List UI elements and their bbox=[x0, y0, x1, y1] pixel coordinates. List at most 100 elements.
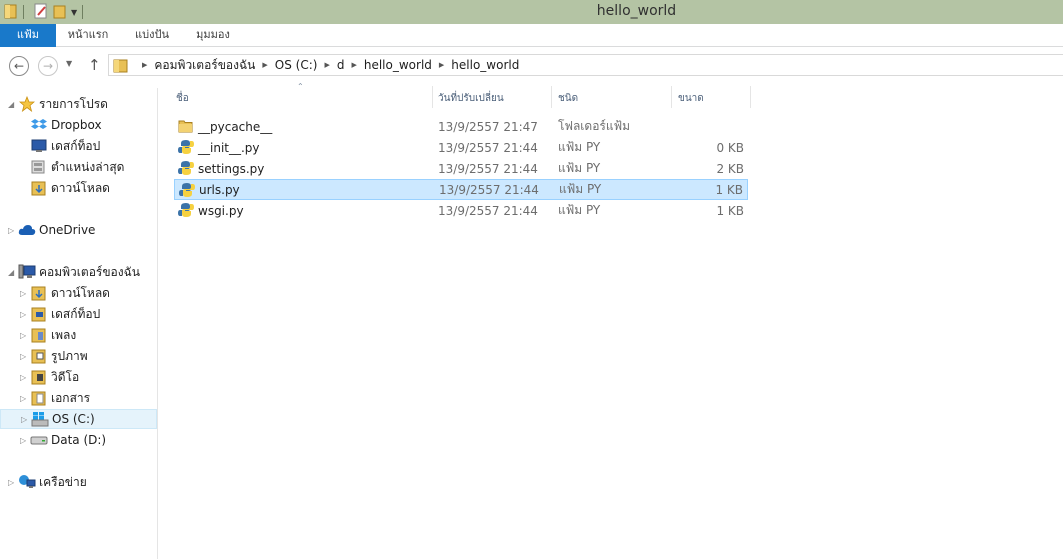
breadcrumb-chevron-icon[interactable]: ▶ bbox=[351, 61, 356, 69]
tab-view[interactable]: มุมมอง bbox=[186, 24, 240, 47]
column-header-date[interactable]: วันที่ปรับเปลี่ยน bbox=[438, 86, 550, 110]
file-date: 13/9/2557 21:47 bbox=[438, 119, 538, 134]
nav-item-label: Data (D:) bbox=[51, 433, 107, 447]
file-date: 13/9/2557 21:44 bbox=[438, 203, 538, 218]
expand-arrow-icon[interactable]: ▷ bbox=[20, 373, 30, 382]
file-date: 13/9/2557 21:44 bbox=[438, 140, 538, 155]
expand-arrow-icon[interactable]: ▷ bbox=[21, 415, 31, 424]
nav-item-label: เพลง bbox=[51, 327, 77, 342]
breadcrumb-computer[interactable]: คอมพิวเตอร์ของฉัน bbox=[154, 56, 255, 75]
column-divider[interactable] bbox=[432, 86, 433, 108]
nav-network[interactable]: ▷ เครือข่าย bbox=[8, 472, 87, 492]
recent-locations-dropdown-icon[interactable]: ▼ bbox=[66, 59, 72, 68]
nav-item-documents-folder[interactable]: ▷ เอกสาร bbox=[20, 388, 90, 408]
file-name: settings.py bbox=[198, 161, 265, 176]
tab-file[interactable]: แฟ้ม bbox=[0, 24, 56, 47]
nav-item-drive-c[interactable]: ▷ OS (C:) bbox=[0, 409, 157, 429]
nav-onedrive[interactable]: ▷ OneDrive bbox=[8, 220, 95, 240]
network-icon bbox=[18, 474, 36, 490]
nav-item-desktop-folder[interactable]: ▷ เดสก์ท็อป bbox=[20, 304, 100, 324]
file-row[interactable]: settings.py 13/9/2557 21:44 แฟ้ม PY 2 KB bbox=[174, 158, 748, 179]
file-row[interactable]: __init__.py 13/9/2557 21:44 แฟ้ม PY 0 KB bbox=[174, 137, 748, 158]
breadcrumb-drive-c[interactable]: OS (C:) bbox=[275, 58, 318, 72]
breadcrumb-hello-world[interactable]: hello_world bbox=[364, 58, 432, 72]
column-divider[interactable] bbox=[750, 86, 751, 108]
file-name: __init__.py bbox=[198, 140, 260, 155]
breadcrumb-chevron-icon[interactable]: ▶ bbox=[142, 61, 147, 69]
nav-item-label: เดสก์ท็อป bbox=[51, 138, 101, 153]
nav-item-downloads-folder[interactable]: ▷ ดาวน์โหลด bbox=[20, 283, 110, 303]
expand-arrow-icon[interactable]: ▷ bbox=[20, 310, 30, 319]
breadcrumb-hello-world-current[interactable]: hello_world bbox=[451, 58, 519, 72]
folder-icon bbox=[178, 118, 194, 134]
expand-arrow-icon[interactable]: ▷ bbox=[20, 352, 30, 361]
column-header-name[interactable]: ชื่อ bbox=[176, 86, 432, 110]
desktop-folder-icon bbox=[30, 306, 48, 322]
nav-item-music-folder[interactable]: ▷ เพลง bbox=[20, 325, 76, 345]
nav-item-drive-d[interactable]: ▷ Data (D:) bbox=[20, 430, 106, 450]
nav-this-pc[interactable]: ◢ คอมพิวเตอร์ของฉัน bbox=[8, 262, 140, 282]
breadcrumb-d[interactable]: d bbox=[337, 58, 345, 72]
nav-item-downloads[interactable]: ดาวน์โหลด bbox=[30, 178, 110, 198]
python-file-icon bbox=[178, 139, 194, 155]
nav-favorites[interactable]: ◢ รายการโปรด bbox=[8, 94, 108, 114]
file-row-selected[interactable]: urls.py 13/9/2557 21:44 แฟ้ม PY 1 KB bbox=[174, 179, 748, 200]
column-divider[interactable] bbox=[551, 86, 552, 108]
file-size: 1 KB bbox=[716, 203, 744, 218]
file-row[interactable]: wsgi.py 13/9/2557 21:44 แฟ้ม PY 1 KB bbox=[174, 200, 748, 221]
nav-item-recent-places[interactable]: ตำแหน่งล่าสุด bbox=[30, 157, 124, 177]
file-type: แฟ้ม PY bbox=[558, 140, 601, 154]
expand-arrow-icon[interactable]: ▷ bbox=[8, 226, 18, 235]
python-file-icon bbox=[178, 160, 194, 176]
downloads-folder-icon bbox=[30, 285, 48, 301]
nav-item-label: เดสก์ท็อป bbox=[51, 306, 101, 321]
breadcrumb-chevron-icon[interactable]: ▶ bbox=[262, 61, 267, 69]
nav-item-label: เอกสาร bbox=[51, 390, 91, 405]
collapse-arrow-icon[interactable]: ◢ bbox=[8, 100, 18, 109]
nav-item-videos-folder[interactable]: ▷ วิดีโอ bbox=[20, 367, 79, 387]
column-divider[interactable] bbox=[671, 86, 672, 108]
nav-item-desktop[interactable]: เดสก์ท็อป bbox=[30, 136, 100, 156]
file-date: 13/9/2557 21:44 bbox=[439, 182, 539, 197]
up-button[interactable]: ↑ bbox=[88, 56, 101, 74]
navigation-pane: ◢ รายการโปรด Dropbox เดสก์ท็อป ตำแหน่งล่… bbox=[0, 88, 158, 559]
tab-home[interactable]: หน้าแรก bbox=[58, 24, 118, 47]
tab-share[interactable]: แบ่งปัน bbox=[124, 24, 180, 47]
pictures-folder-icon bbox=[30, 348, 48, 364]
file-type: แฟ้ม PY bbox=[558, 161, 601, 175]
star-icon bbox=[18, 96, 36, 112]
breadcrumb-chevron-icon[interactable]: ▶ bbox=[439, 61, 444, 69]
desktop-icon bbox=[30, 138, 48, 154]
nav-item-label: วิดีโอ bbox=[51, 369, 80, 384]
nav-item-label: รูปภาพ bbox=[51, 348, 88, 363]
forward-button[interactable]: → bbox=[38, 56, 58, 76]
nav-item-dropbox[interactable]: Dropbox bbox=[30, 115, 102, 135]
back-button[interactable]: ← bbox=[9, 56, 29, 76]
collapse-arrow-icon[interactable]: ◢ bbox=[8, 268, 18, 277]
expand-arrow-icon[interactable]: ▷ bbox=[20, 289, 30, 298]
expand-arrow-icon[interactable]: ▷ bbox=[8, 478, 18, 487]
forward-arrow-icon: → bbox=[42, 59, 54, 73]
nav-item-label: ตำแหน่งล่าสุด bbox=[51, 159, 125, 174]
expand-arrow-icon[interactable]: ▷ bbox=[20, 436, 30, 445]
file-row[interactable]: __pycache__ 13/9/2557 21:47 โฟลเดอร์แฟ้ม bbox=[174, 116, 748, 137]
drive-icon bbox=[30, 432, 48, 448]
nav-item-label: ดาวน์โหลด bbox=[51, 180, 110, 195]
column-header-size[interactable]: ขนาด bbox=[678, 86, 750, 110]
nav-this-pc-label: คอมพิวเตอร์ของฉัน bbox=[39, 264, 140, 279]
python-file-icon bbox=[179, 182, 195, 198]
file-type: โฟลเดอร์แฟ้ม bbox=[558, 119, 630, 133]
recent-places-icon bbox=[30, 159, 48, 175]
breadcrumb-chevron-icon[interactable]: ▶ bbox=[324, 61, 329, 69]
file-type: แฟ้ม PY bbox=[558, 203, 601, 217]
onedrive-cloud-icon bbox=[18, 222, 36, 238]
nav-item-pictures-folder[interactable]: ▷ รูปภาพ bbox=[20, 346, 88, 366]
address-bar[interactable]: ▶ คอมพิวเตอร์ของฉัน ▶ OS (C:) ▶ d ▶ hell… bbox=[108, 54, 1063, 76]
expand-arrow-icon[interactable]: ▷ bbox=[20, 331, 30, 340]
expand-arrow-icon[interactable]: ▷ bbox=[20, 394, 30, 403]
column-header-type[interactable]: ชนิด bbox=[558, 86, 670, 110]
videos-folder-icon bbox=[30, 369, 48, 385]
nav-favorites-label: รายการโปรด bbox=[39, 96, 108, 111]
file-size: 1 KB bbox=[715, 182, 743, 197]
location-folder-icon bbox=[113, 57, 129, 73]
